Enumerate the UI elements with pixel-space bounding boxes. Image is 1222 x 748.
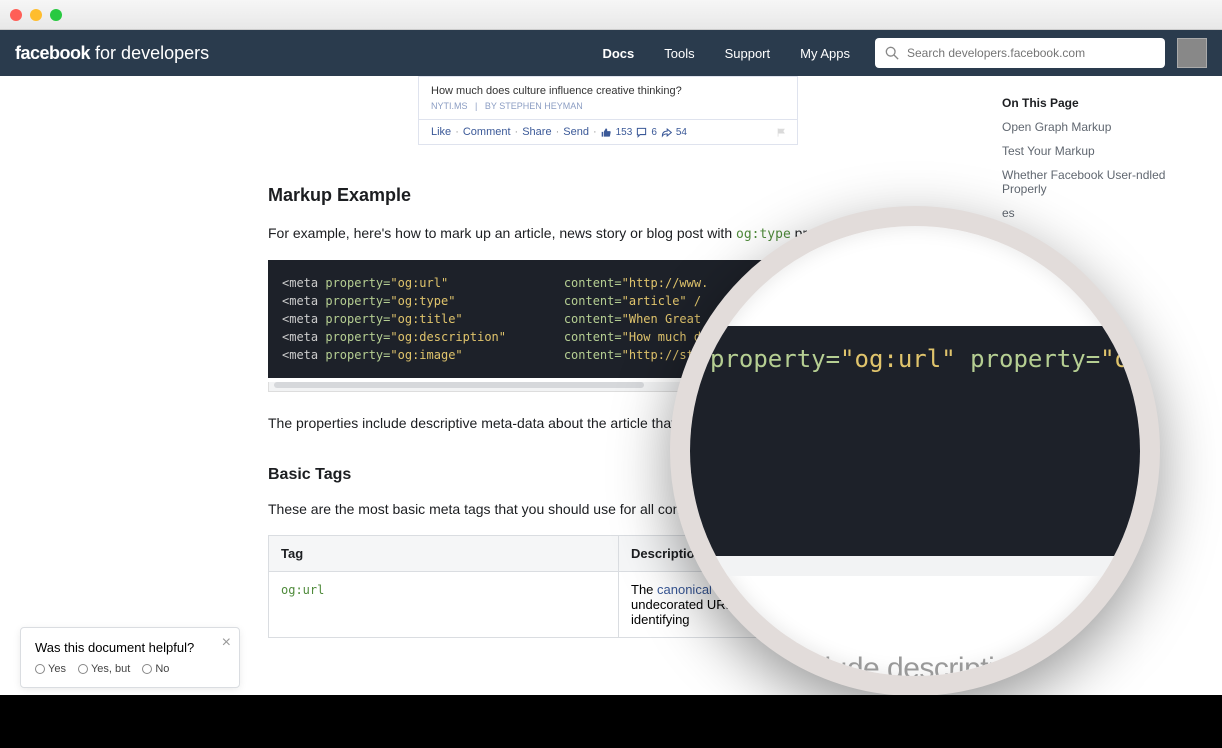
sidebar-link-test-markup[interactable]: Test Your Markup — [1002, 144, 1202, 158]
sidebar-link-og-markup[interactable]: Open Graph Markup — [1002, 120, 1202, 134]
sidebar-link-es[interactable]: es — [1002, 206, 1202, 220]
thumb-up-icon — [601, 127, 612, 138]
close-icon[interactable]: × — [222, 634, 231, 652]
markup-example-heading: Markup Example — [268, 185, 958, 206]
magnified-text-fragment: clude descripti — [810, 652, 994, 686]
share-link[interactable]: Share — [522, 126, 551, 138]
nav-my-apps[interactable]: My Apps — [785, 46, 865, 61]
share-icon — [661, 127, 672, 138]
send-link[interactable]: Send — [563, 126, 589, 138]
nav-docs[interactable]: Docs — [587, 46, 649, 61]
search-box[interactable] — [875, 38, 1165, 68]
maximize-window-button[interactable] — [50, 9, 62, 21]
logo-facebook: facebook — [15, 43, 90, 63]
card-question: How much does culture influence creative… — [431, 85, 785, 97]
comment-icon — [636, 127, 647, 138]
feedback-yes[interactable]: Yes — [35, 663, 66, 675]
sidebar-link-user-properly[interactable]: Whether Facebook User-ndled Properly — [1002, 168, 1202, 196]
comment-count: 6 — [651, 127, 657, 138]
feedback-yes-but[interactable]: Yes, but — [78, 663, 130, 675]
logo[interactable]: facebook for developers — [15, 43, 209, 64]
feedback-popup: × Was this document helpful? Yes Yes, bu… — [20, 627, 240, 688]
th-tag: Tag — [269, 535, 619, 571]
titlebar — [0, 0, 1222, 30]
card-source: NYTI.MS — [431, 101, 468, 111]
feedback-no[interactable]: No — [142, 663, 169, 675]
og-type-inline: og:type — [736, 227, 791, 242]
close-window-button[interactable] — [10, 9, 22, 21]
feedback-question: Was this document helpful? — [35, 640, 225, 655]
comment-link[interactable]: Comment — [463, 126, 511, 138]
magnified-code: property="og:url" property="og:type" pro… — [680, 326, 1140, 556]
nav-tools[interactable]: Tools — [649, 46, 709, 61]
minimize-window-button[interactable] — [30, 9, 42, 21]
flag-icon[interactable] — [776, 127, 787, 138]
magnifier-overlay: property="og:url" property="og:type" pro… — [670, 206, 1160, 696]
right-sidebar: On This Page Open Graph Markup Test Your… — [1002, 96, 1202, 230]
user-avatar[interactable] — [1177, 38, 1207, 68]
like-count: 153 — [616, 127, 633, 138]
logo-developers: for developers — [95, 43, 209, 63]
black-bar — [0, 695, 1222, 748]
og-url-tag: og:url — [281, 583, 324, 597]
code-scroll-thumb[interactable] — [274, 382, 644, 388]
card-actions: Like· Comment· Share· Send· 153 6 54 — [419, 119, 797, 144]
nav-support[interactable]: Support — [710, 46, 786, 61]
sidebar-heading: On This Page — [1002, 96, 1202, 110]
card-byline: BY STEPHEN HEYMAN — [485, 101, 583, 111]
search-input[interactable] — [907, 46, 1155, 60]
navbar: facebook for developers Docs Tools Suppo… — [0, 30, 1222, 76]
search-icon — [885, 46, 899, 60]
like-link[interactable]: Like — [431, 126, 451, 138]
facebook-share-card: How much does culture influence creative… — [418, 76, 798, 145]
share-count: 54 — [676, 127, 687, 138]
